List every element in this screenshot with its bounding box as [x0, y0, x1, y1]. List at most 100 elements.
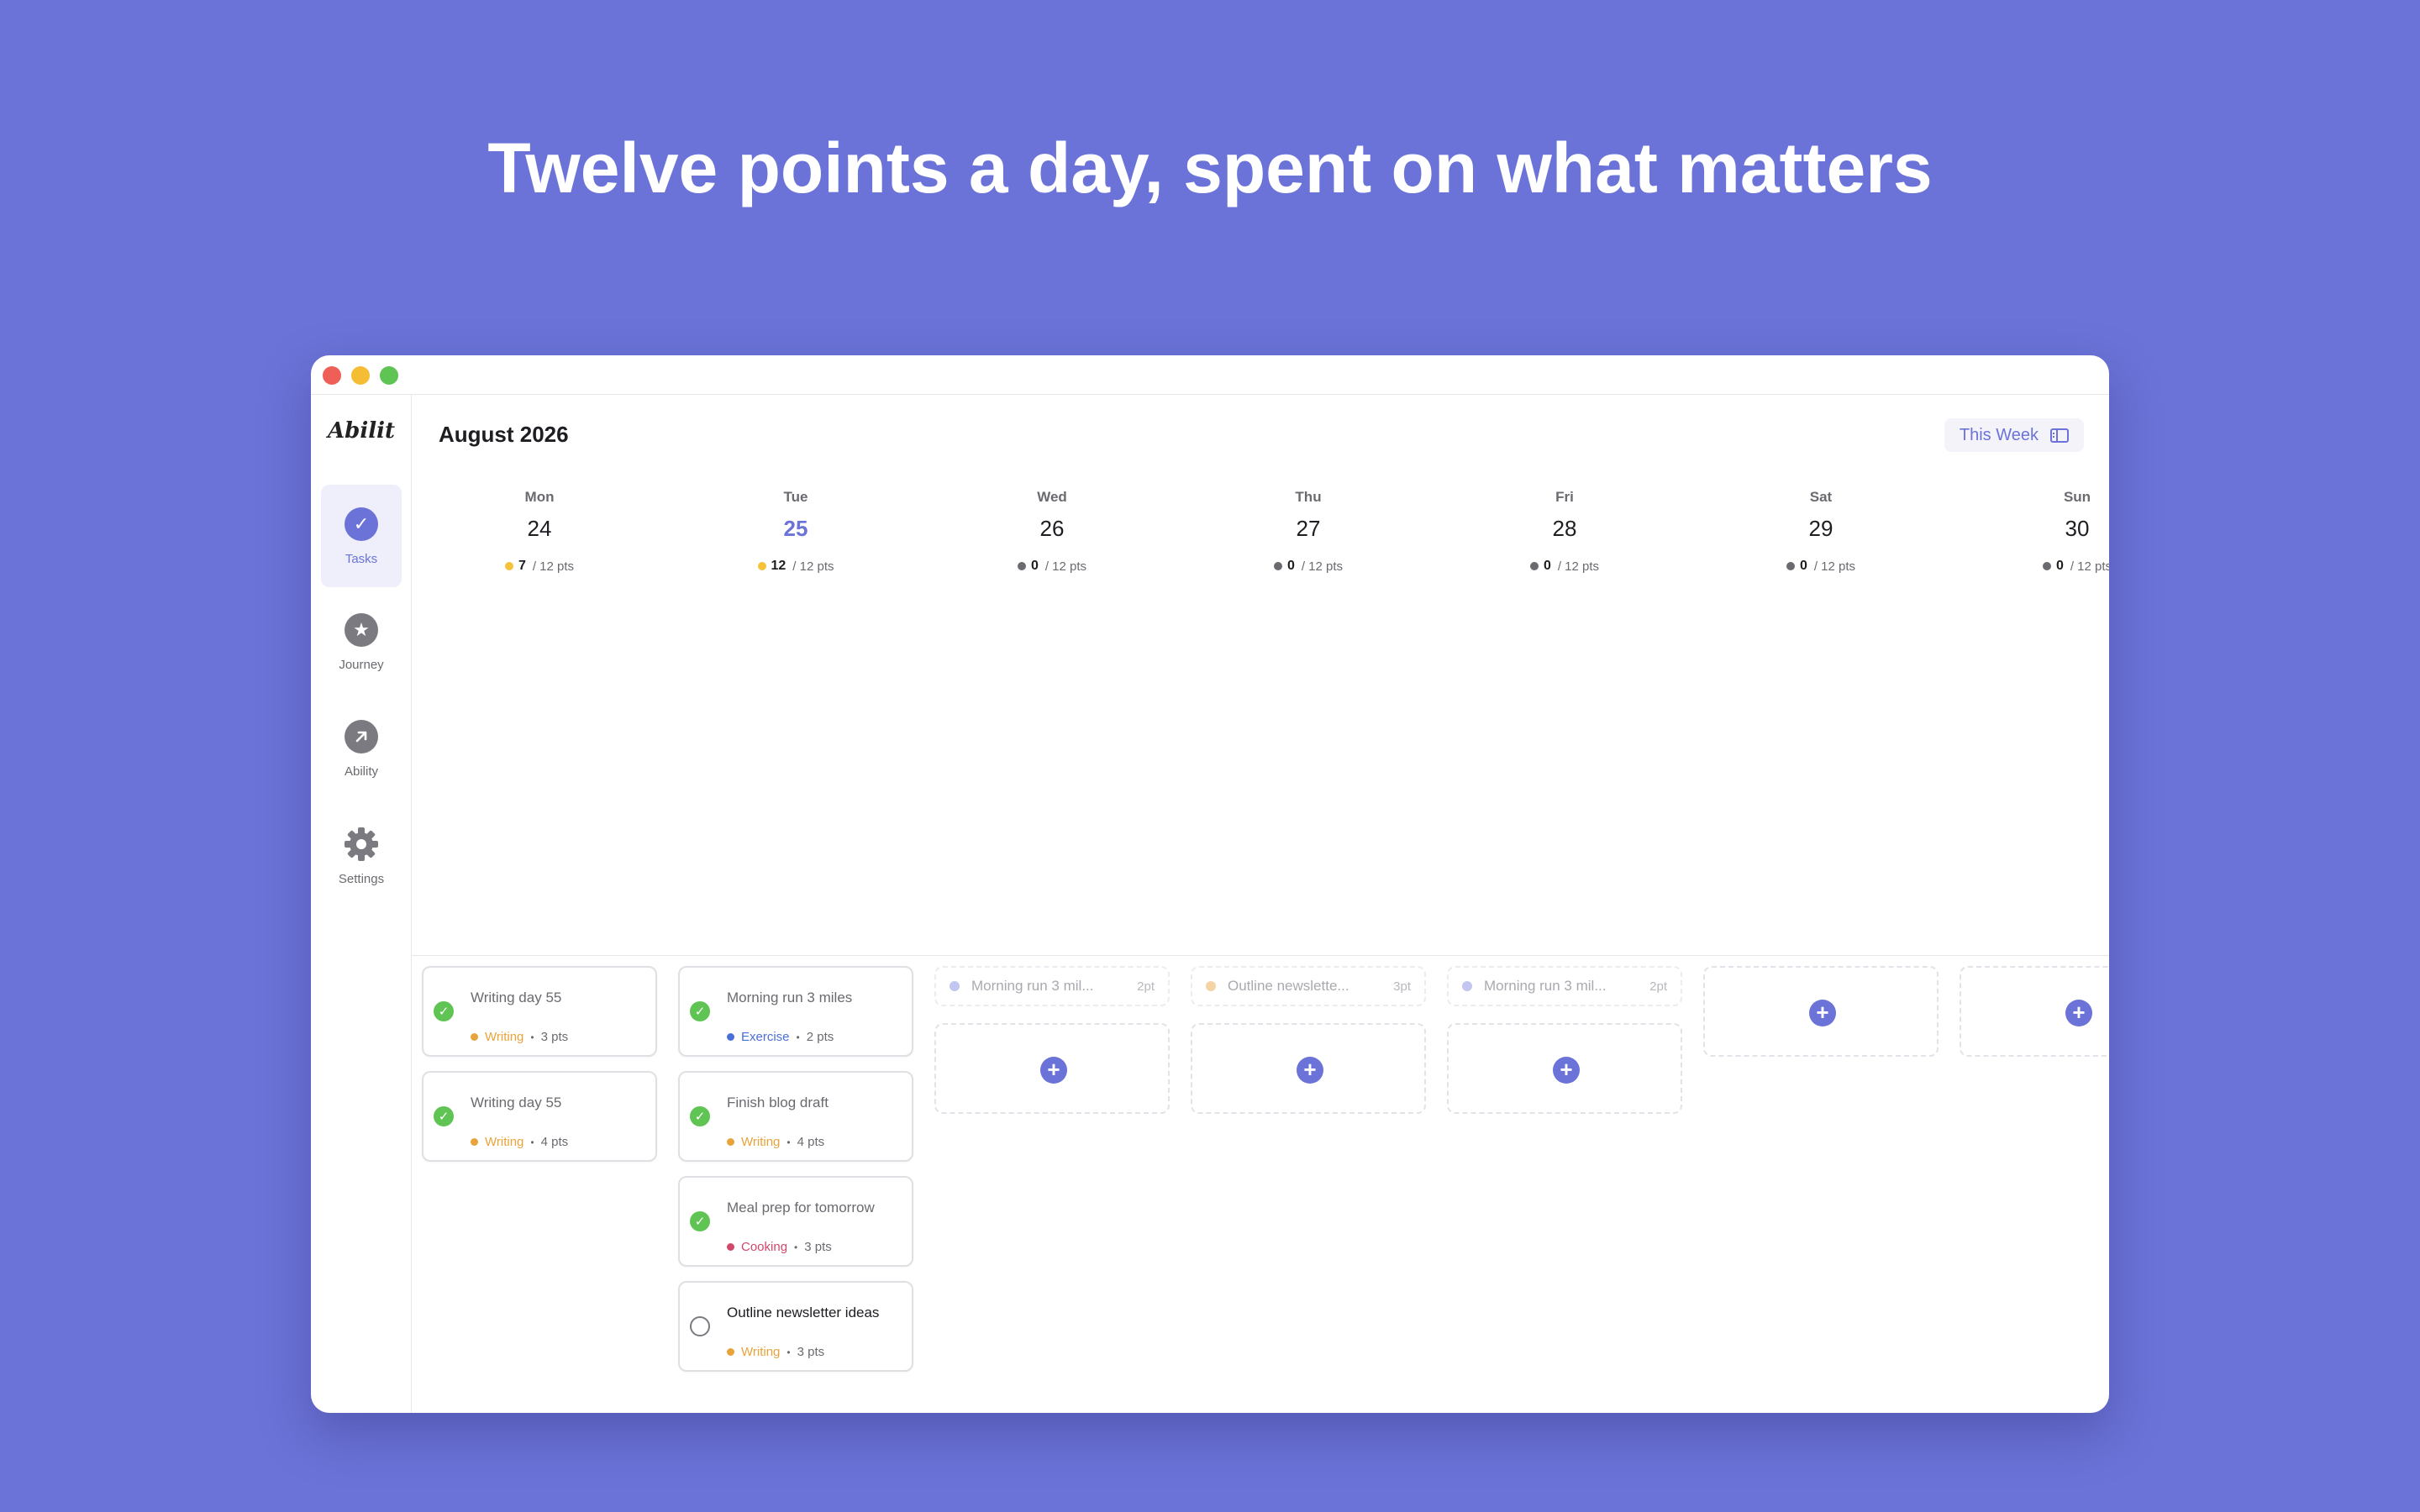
points-dot — [2042, 562, 2051, 570]
day-of-week: Sat — [1809, 489, 1833, 505]
day-points: 7 / 12 pts — [422, 559, 657, 574]
minimize-window-button[interactable] — [351, 366, 370, 385]
day-number: 30 — [2065, 516, 2090, 541]
add-task-slot[interactable]: + — [1191, 1023, 1426, 1114]
points-dot — [1017, 562, 1026, 570]
day-header-tue[interactable]: Tue 25 12 / 12 pts — [678, 489, 913, 574]
ghost-task-title: Morning run 3 mil... — [971, 978, 1094, 994]
task-title: Meal prep for tomorrow — [727, 1200, 875, 1215]
day-number: 24 — [527, 516, 552, 541]
add-task-slot[interactable]: + — [1447, 1023, 1682, 1114]
sidebar-item-journey[interactable]: ★ Journey — [321, 591, 402, 693]
category-dot — [950, 981, 960, 991]
sidebar-item-settings[interactable]: Settings — [321, 805, 402, 907]
task-meta: Writing • 4 pts — [471, 1135, 568, 1149]
day-points: 12 / 12 pts — [678, 559, 913, 574]
plus-icon[interactable]: + — [2065, 1000, 2092, 1026]
task-category: Cooking — [741, 1240, 788, 1254]
app-logo: Abilit — [328, 418, 395, 444]
sidebar-item-tasks[interactable]: ✓ Tasks — [321, 485, 402, 587]
page-title: August 2026 — [439, 422, 569, 447]
points-used: 0 — [1799, 559, 1807, 573]
empty-checkbox-icon[interactable] — [690, 1316, 710, 1336]
category-dot — [1206, 981, 1216, 991]
task-points: 2 pts — [806, 1030, 834, 1044]
separator-dot: • — [530, 1136, 534, 1148]
day-header-sun[interactable]: Sun 30 0 / 12 pts — [1960, 489, 2109, 574]
task-points: 3 pts — [797, 1345, 825, 1359]
task-card[interactable]: Outline newsletter ideas Writing • 3 pts — [678, 1281, 913, 1372]
plus-icon[interactable]: + — [1809, 1000, 1836, 1026]
sidebar: Abilit ✓ Tasks ★ Journey Ability Setting… — [311, 395, 412, 1413]
day-header-mon[interactable]: Mon 24 7 / 12 pts — [422, 489, 657, 574]
points-total: / 12 pts — [532, 559, 575, 574]
add-task-slot[interactable]: + — [1960, 966, 2109, 1057]
add-task-slot[interactable]: + — [1703, 966, 1939, 1057]
day-header-thu[interactable]: Thu 27 0 / 12 pts — [1191, 489, 1426, 574]
task-card[interactable]: ✓ Writing day 55 Writing • 3 pts — [422, 966, 657, 1057]
add-task-slot[interactable]: + — [934, 1023, 1170, 1114]
task-points: 4 pts — [540, 1135, 569, 1149]
this-week-button[interactable]: This Week — [1944, 418, 2084, 452]
task-card[interactable]: ✓ Finish blog draft Writing • 4 pts — [678, 1071, 913, 1162]
header-divider — [412, 955, 2109, 956]
day-of-week: Tue — [783, 489, 808, 505]
main-area: August 2026 This Week Mon 24 7 / 12 pts … — [412, 395, 2109, 1413]
points-dot — [1529, 562, 1539, 570]
task-card[interactable]: ✓ Meal prep for tomorrow Cooking • 3 pts — [678, 1176, 913, 1267]
sidebar-item-ability[interactable]: Ability — [321, 697, 402, 800]
points-used: 7 — [518, 559, 526, 573]
points-used: 12 — [771, 559, 786, 573]
category-dot — [1462, 981, 1472, 991]
task-meta: Cooking • 3 pts — [727, 1240, 832, 1254]
sidebar-item-label: Tasks — [345, 552, 378, 566]
task-title: Finish blog draft — [727, 1095, 829, 1110]
task-title: Morning run 3 miles — [727, 990, 853, 1005]
task-title: Writing day 55 — [471, 990, 562, 1005]
plus-icon[interactable]: + — [1553, 1057, 1580, 1084]
ghost-task[interactable]: Outline newslette... 3pt — [1191, 966, 1426, 1006]
sidebar-item-label: Settings — [338, 872, 385, 886]
task-points: 4 pts — [797, 1135, 825, 1149]
ghost-task-points: 2pt — [1649, 979, 1667, 994]
ghost-task[interactable]: Morning run 3 mil... 2pt — [1447, 966, 1682, 1006]
task-points: 3 pts — [540, 1030, 569, 1044]
close-window-button[interactable] — [323, 366, 341, 385]
task-category: Writing — [741, 1345, 781, 1359]
day-header-fri[interactable]: Fri 28 0 / 12 pts — [1447, 489, 1682, 574]
task-card[interactable]: ✓ Writing day 55 Writing • 4 pts — [422, 1071, 657, 1162]
ghost-task-title: Outline newslette... — [1228, 978, 1349, 994]
task-category: Writing — [485, 1030, 524, 1044]
day-points: 0 / 12 pts — [1191, 559, 1426, 574]
app-window: Abilit ✓ Tasks ★ Journey Ability Setting… — [311, 355, 2109, 1413]
points-used: 0 — [2055, 559, 2064, 573]
sidebar-item-label: Ability — [344, 764, 378, 779]
separator-dot: • — [786, 1346, 791, 1358]
checkmark-icon[interactable]: ✓ — [434, 1106, 454, 1126]
points-used: 0 — [1543, 559, 1551, 573]
task-meta: Writing • 4 pts — [727, 1135, 824, 1149]
headline: Twelve points a day, spent on what matte… — [487, 129, 1933, 207]
day-header-sat[interactable]: Sat 29 0 / 12 pts — [1703, 489, 1939, 574]
ghost-task[interactable]: Morning run 3 mil... 2pt — [934, 966, 1170, 1006]
plus-icon[interactable]: + — [1297, 1057, 1323, 1084]
zoom-window-button[interactable] — [380, 366, 398, 385]
check-circle-icon: ✓ — [345, 507, 378, 541]
points-total: / 12 pts — [1813, 559, 1856, 574]
checkmark-icon[interactable]: ✓ — [434, 1001, 454, 1021]
plus-icon[interactable]: + — [1040, 1057, 1067, 1084]
category-dot — [727, 1033, 734, 1041]
category-dot — [727, 1138, 734, 1146]
this-week-label: This Week — [1959, 425, 2039, 444]
checkmark-icon[interactable]: ✓ — [690, 1001, 710, 1021]
separator-dot: • — [786, 1136, 791, 1148]
task-card[interactable]: ✓ Morning run 3 miles Exercise • 2 pts — [678, 966, 913, 1057]
checkmark-icon[interactable]: ✓ — [690, 1211, 710, 1231]
separator-dot: • — [794, 1241, 798, 1253]
day-of-week: Wed — [1037, 489, 1067, 505]
day-number: 27 — [1296, 516, 1321, 541]
task-meta: Writing • 3 pts — [727, 1345, 824, 1359]
day-header-wed[interactable]: Wed 26 0 / 12 pts — [934, 489, 1170, 574]
points-used: 0 — [1030, 559, 1039, 573]
checkmark-icon[interactable]: ✓ — [690, 1106, 710, 1126]
